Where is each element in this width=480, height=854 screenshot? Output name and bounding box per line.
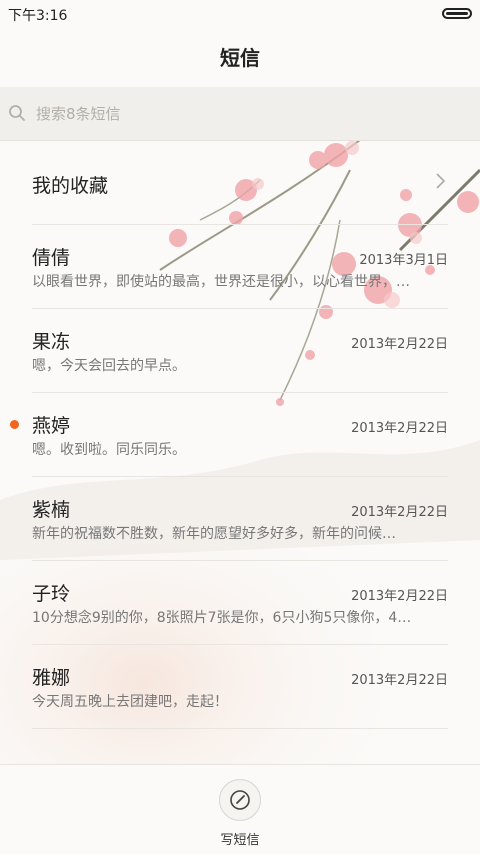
contact-name: 子玲 xyxy=(32,583,71,605)
message-preview: 今天周五晚上去团建吧，走起！ xyxy=(32,694,228,710)
message-date: 2013年2月22日 xyxy=(351,589,448,604)
message-date: 2013年2月22日 xyxy=(351,505,448,520)
page-title: 短信 xyxy=(220,46,260,70)
list-item[interactable]: 果冻 2013年2月22日 嗯，今天会回去的早点。 xyxy=(32,309,448,393)
message-date: 2013年2月22日 xyxy=(351,421,448,436)
message-preview: 嗯，今天会回去的早点。 xyxy=(32,358,186,374)
status-time: 下午3:16 xyxy=(8,8,68,24)
contact-name: 燕婷 xyxy=(32,415,71,437)
compose-label: 写短信 xyxy=(220,833,260,848)
chevron-right-icon xyxy=(436,173,446,189)
contact-name: 倩倩 xyxy=(32,247,71,269)
unread-indicator xyxy=(10,420,19,429)
message-preview: 嗯。收到啦。同乐同乐。 xyxy=(32,442,186,458)
contact-name: 果冻 xyxy=(32,331,71,353)
search-input[interactable]: 搜索8条短信 xyxy=(36,103,121,124)
favorites-label: 我的收藏 xyxy=(32,175,109,197)
list-item[interactable]: 紫楠 2013年2月22日 新年的祝福数不胜数，新年的愿望好多好多，新年的问候… xyxy=(32,477,448,561)
search-icon xyxy=(9,105,25,121)
contact-name: 紫楠 xyxy=(32,499,71,521)
list-item[interactable]: 倩倩 2013年3月1日 以眼看世界，即使站的最高，世界还是很小，以心看世界，… xyxy=(32,225,448,309)
message-preview: 以眼看世界，即使站的最高，世界还是很小，以心看世界，… xyxy=(32,274,410,290)
compose-button[interactable] xyxy=(219,779,261,821)
message-list: 我的收藏 倩倩 2013年3月1日 以眼看世界，即使站的最高，世界还是很小，以心… xyxy=(0,141,480,729)
message-preview: 10分想念9别的你，8张照片7张是你，6只小狗5只像你，4… xyxy=(32,610,412,626)
favorites-row[interactable]: 我的收藏 xyxy=(32,141,448,225)
compose-icon xyxy=(230,790,250,810)
message-date: 2013年2月22日 xyxy=(351,673,448,688)
contact-name: 雅娜 xyxy=(32,667,71,689)
message-date: 2013年2月22日 xyxy=(351,337,448,352)
status-bar: 下午3:16 xyxy=(0,0,480,28)
battery-icon xyxy=(442,8,472,19)
list-item[interactable]: 雅娜 2013年2月22日 今天周五晚上去团建吧，走起！ xyxy=(32,645,448,729)
message-preview: 新年的祝福数不胜数，新年的愿望好多好多，新年的问候… xyxy=(32,526,396,542)
bottom-action-bar: 写短信 xyxy=(0,764,480,854)
search-bar[interactable]: 搜索8条短信 xyxy=(0,87,480,141)
list-item[interactable]: 子玲 2013年2月22日 10分想念9别的你，8张照片7张是你，6只小狗5只像… xyxy=(32,561,448,645)
message-date: 2013年3月1日 xyxy=(359,253,448,268)
list-item[interactable]: 燕婷 2013年2月22日 嗯。收到啦。同乐同乐。 xyxy=(10,393,448,477)
